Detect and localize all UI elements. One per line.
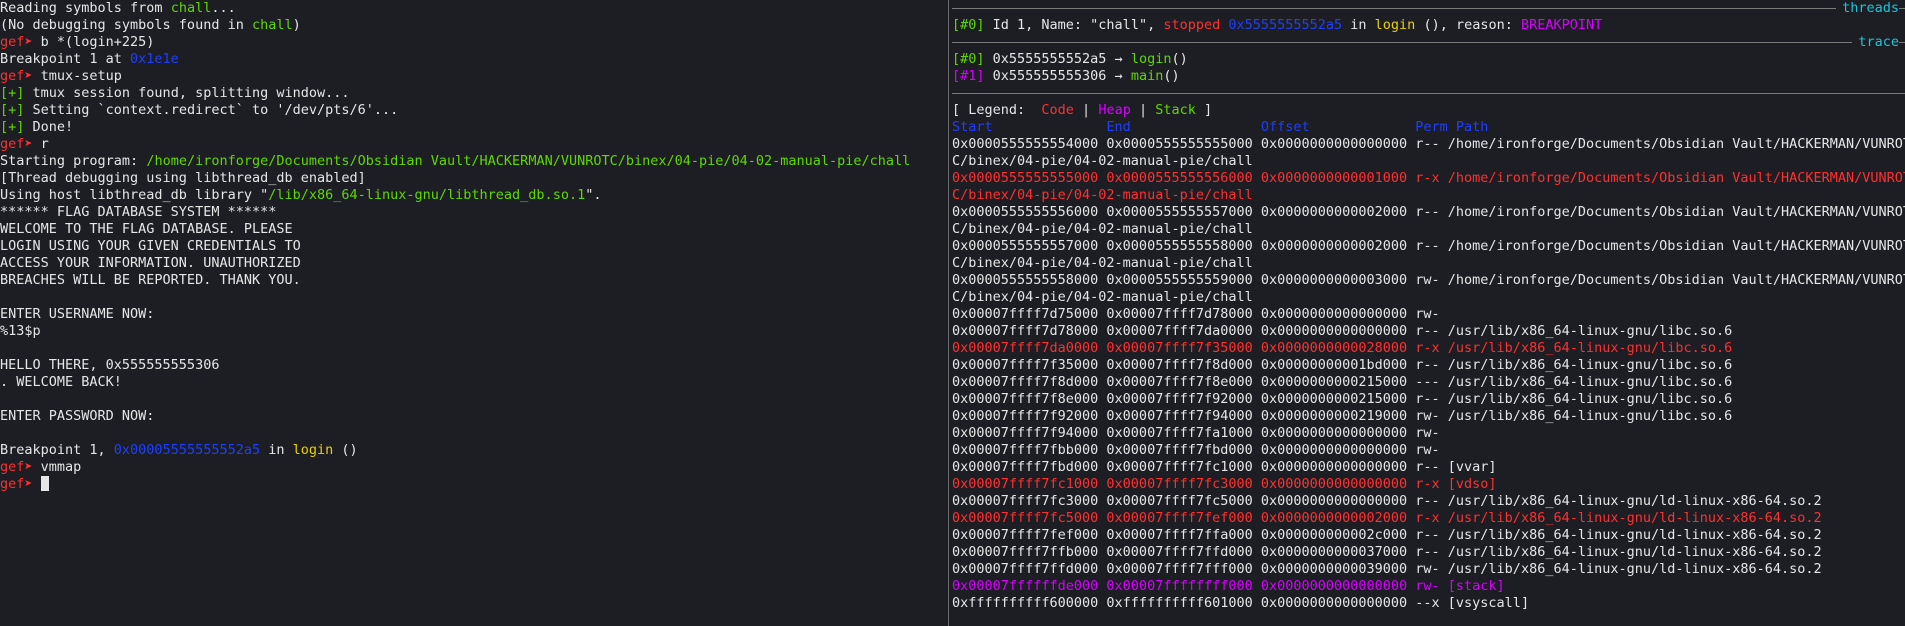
section-separator	[952, 85, 1905, 102]
vmmap-row: 0x00007ffff7fef000 0x00007ffff7ffa000 0x…	[952, 527, 1822, 543]
vmmap-row: 0x00007ffff7f92000 0x00007ffff7f94000 0x…	[952, 408, 1733, 424]
vmmap-row: C/binex/04-pie/04-02-manual-pie/chall	[952, 221, 1253, 237]
vmmap-row: 0x0000555555556000 0x0000555555557000 0x…	[952, 204, 1905, 220]
trace-frame: [#1] 0x555555555306 → main()	[952, 68, 1180, 84]
gef-prompt: gef➤	[0, 34, 33, 50]
vmmap-row: 0x00007ffffffde000 0x00007ffffffff000 0x…	[952, 578, 1505, 594]
vmmap-row: C/binex/04-pie/04-02-manual-pie/chall	[952, 187, 1253, 203]
command-input-line[interactable]: gef➤	[0, 476, 947, 493]
vmmap-row: 0x00007ffff7d78000 0x00007ffff7da0000 0x…	[952, 323, 1733, 339]
command-vmmap-line: gef➤ vmmap	[0, 459, 82, 475]
libthread-db-line: Using host libthread_db library "/lib/x8…	[0, 187, 602, 203]
vmmap-row: C/binex/04-pie/04-02-manual-pie/chall	[952, 289, 1253, 305]
banner-line: LOGIN USING YOUR GIVEN CREDENTIALS TO	[0, 238, 301, 254]
terminal-cursor[interactable]	[40, 476, 49, 491]
trace-section-header: trace	[952, 34, 1905, 51]
command-run-line: gef➤ r	[0, 136, 49, 152]
trace-frame: [#0] 0x5555555552a5 → login()	[952, 51, 1188, 67]
enter-username-line: ENTER USERNAME NOW:	[0, 306, 155, 322]
done-line: [+] Done!	[0, 119, 74, 135]
gef-prompt: gef➤	[0, 476, 33, 492]
redirect-line: [+] Setting `context.redirect` to '/dev/…	[0, 102, 399, 118]
section-rule	[952, 8, 1905, 9]
command-break-line: gef➤ b *(login+225)	[0, 34, 155, 50]
banner-line: BREACHES WILL BE REPORTED. THANK YOU.	[0, 272, 301, 288]
vmmap-row: 0x00007ffff7ffd000 0x00007ffff7fff000 0x…	[952, 561, 1822, 577]
banner-line: ACCESS YOUR INFORMATION. UNAUTHORIZED	[0, 255, 301, 271]
no-debug-symbols-line: (No debugging symbols found in chall)	[0, 17, 301, 33]
vmmap-row: 0x00007ffff7da0000 0x00007ffff7f35000 0x…	[952, 340, 1733, 356]
enter-password-line: ENTER PASSWORD NOW:	[0, 408, 155, 424]
vmmap-row: 0x00007ffff7fc5000 0x00007ffff7fef000 0x…	[952, 510, 1822, 526]
breakpoint-hit-line: Breakpoint 1, 0x00005555555552a5 in logi…	[0, 442, 358, 458]
vmmap-row: 0x00007ffff7d75000 0x00007ffff7d78000 0x…	[952, 306, 1440, 322]
command-tmux-line: gef➤ tmux-setup	[0, 68, 122, 84]
vmmap-row: 0x0000555555554000 0x0000555555555000 0x…	[952, 136, 1905, 152]
gef-prompt: gef➤	[0, 136, 33, 152]
gef-context-pane[interactable]: threads [#0] Id 1, Name: "chall", stoppe…	[952, 0, 1905, 626]
section-rule	[952, 42, 1905, 43]
reading-symbols-line: Reading symbols from chall...	[0, 0, 236, 16]
tmux-found-line: [+] tmux session found, splitting window…	[0, 85, 350, 101]
vmmap-row: 0x00007ffff7fbd000 0x00007ffff7fc1000 0x…	[952, 459, 1497, 475]
trace-label: trace	[1852, 34, 1899, 51]
starting-program-line: Starting program: /home/ironforge/Docume…	[0, 153, 911, 169]
vmmap-row: 0x00007ffff7f8d000 0x00007ffff7f8e000 0x…	[952, 374, 1733, 390]
vmmap-row: 0x00007ffff7f8e000 0x00007ffff7f92000 0x…	[952, 391, 1733, 407]
vmmap-table: 0x0000555555554000 0x0000555555555000 0x…	[952, 136, 1905, 612]
vmmap-row: 0x00007ffff7ffb000 0x00007ffff7ffd000 0x…	[952, 544, 1822, 560]
threads-label: threads	[1836, 0, 1899, 17]
vmmap-row: 0x00007ffff7f35000 0x00007ffff7f8d000 0x…	[952, 357, 1733, 373]
username-input-line: %13$p	[0, 323, 41, 339]
vmmap-row: 0x00007ffff7f94000 0x00007ffff7fa1000 0x…	[952, 425, 1440, 441]
thread-line: [#0] Id 1, Name: "chall", stopped 0x5555…	[952, 17, 1603, 33]
vmmap-row: C/binex/04-pie/04-02-manual-pie/chall	[952, 153, 1253, 169]
breakpoint-set-line: Breakpoint 1 at 0x1e1e	[0, 51, 179, 67]
banner-line: ****** FLAG DATABASE SYSTEM ******	[0, 204, 277, 220]
vmmap-row: 0x00007ffff7fc3000 0x00007ffff7fc5000 0x…	[952, 493, 1822, 509]
vmmap-row: 0x0000555555558000 0x0000555555559000 0x…	[952, 272, 1905, 288]
threads-section-header: threads	[952, 0, 1905, 17]
vmmap-row: 0x0000555555557000 0x0000555555558000 0x…	[952, 238, 1905, 254]
vmmap-row: C/binex/04-pie/04-02-manual-pie/chall	[952, 255, 1253, 271]
vmmap-row: 0x0000555555555000 0x0000555555556000 0x…	[952, 170, 1905, 186]
vmmap-legend: [ Legend: Code | Heap | Stack ]	[952, 102, 1213, 118]
vmmap-row: 0x00007ffff7fbb000 0x00007ffff7fbd000 0x…	[952, 442, 1440, 458]
pane-divider[interactable]	[948, 0, 949, 626]
vmmap-column-headers: Start End Offset Perm Path	[952, 119, 1489, 135]
thread-debugging-line: [Thread debugging using libthread_db ena…	[0, 170, 366, 186]
welcome-back-line: . WELCOME BACK!	[0, 374, 122, 390]
hello-line: HELLO THERE, 0x555555555306	[0, 357, 220, 373]
banner-line: WELCOME TO THE FLAG DATABASE. PLEASE	[0, 221, 293, 237]
vmmap-row: 0xffffffffff600000 0xffffffffff601000 0x…	[952, 595, 1530, 611]
gef-prompt: gef➤	[0, 459, 33, 475]
gdb-terminal-pane[interactable]: Reading symbols from chall... (No debugg…	[0, 0, 947, 626]
vmmap-row: 0x00007ffff7fc1000 0x00007ffff7fc3000 0x…	[952, 476, 1497, 492]
gef-prompt: gef➤	[0, 68, 33, 84]
